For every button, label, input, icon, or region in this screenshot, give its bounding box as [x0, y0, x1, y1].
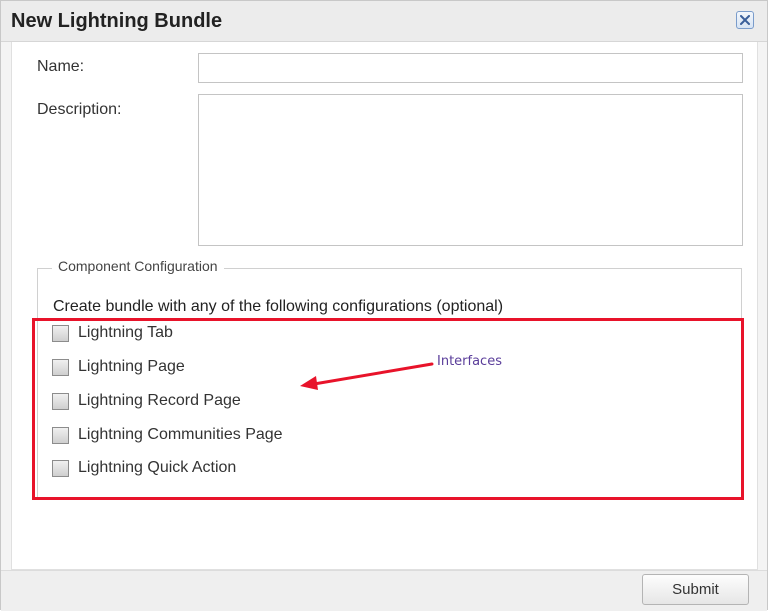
checkbox[interactable] — [52, 393, 69, 410]
name-input[interactable] — [198, 53, 743, 83]
checkbox[interactable] — [52, 325, 69, 342]
description-textarea[interactable] — [198, 94, 743, 246]
annotation-text: Interfaces — [437, 354, 502, 369]
close-icon — [740, 15, 750, 25]
option-label: Lightning Tab — [78, 324, 173, 341]
dialog-footer: Submit — [1, 570, 767, 611]
checkbox[interactable] — [52, 460, 69, 477]
new-lightning-bundle-dialog: New Lightning Bundle Name: Description: … — [0, 0, 768, 611]
option-label: Lightning Communities Page — [78, 426, 283, 443]
checkbox[interactable] — [52, 359, 69, 376]
checkbox[interactable] — [52, 427, 69, 444]
annotation-arrow-icon — [300, 362, 434, 390]
dialog-body: Name: Description: Component Configurati… — [11, 42, 758, 570]
option-label: Lightning Page — [78, 358, 185, 375]
component-configuration-legend: Component Configuration — [52, 258, 224, 274]
description-label: Description: — [37, 101, 122, 118]
submit-button[interactable]: Submit — [642, 574, 749, 605]
dialog-title: New Lightning Bundle — [11, 10, 223, 32]
configuration-instructions: Create bundle with any of the following … — [53, 298, 504, 315]
dialog-titlebar: New Lightning Bundle — [1, 1, 767, 42]
option-label: Lightning Quick Action — [78, 459, 237, 476]
option-label: Lightning Record Page — [78, 392, 241, 409]
name-label: Name: — [37, 58, 85, 75]
close-button[interactable] — [736, 11, 754, 29]
